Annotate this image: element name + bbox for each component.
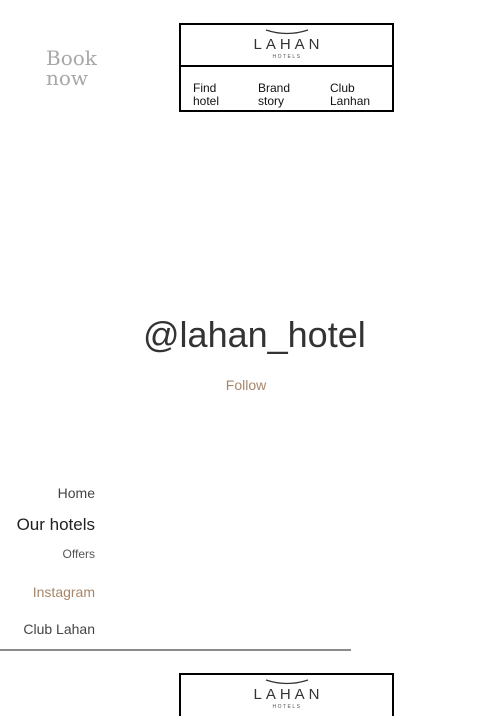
menu-item-home[interactable]: Home bbox=[58, 485, 95, 501]
nav-brand-story[interactable]: Brand story bbox=[258, 82, 303, 108]
site-header: LAHAN HOTELS Find hotel Brand story Club… bbox=[179, 23, 394, 112]
header-nav: Find hotel Brand story Club Lanhan bbox=[181, 67, 392, 112]
menu-divider bbox=[0, 649, 351, 651]
footer-logo-subtitle: HOTELS bbox=[272, 704, 302, 710]
menu-item-offers[interactable]: Offers bbox=[63, 547, 95, 561]
lahan-logo[interactable]: LAHAN HOTELS bbox=[181, 25, 392, 67]
book-now-button[interactable]: Book now bbox=[46, 48, 106, 88]
logo-subtitle: HOTELS bbox=[272, 54, 302, 60]
instagram-handle: @lahan_hotel bbox=[143, 314, 366, 355]
nav-find-hotel[interactable]: Find hotel bbox=[193, 82, 233, 108]
footer-logo-wordmark: LAHAN bbox=[253, 686, 324, 703]
menu-item-our-hotels[interactable]: Our hotels bbox=[17, 515, 95, 535]
footer: LAHAN HOTELS bbox=[179, 673, 394, 716]
menu-item-club-lahan[interactable]: Club Lahan bbox=[23, 621, 95, 637]
logo-arc-icon bbox=[265, 29, 308, 35]
follow-link[interactable]: Follow bbox=[216, 377, 276, 393]
nav-club-lanhan[interactable]: Club Lanhan bbox=[330, 82, 380, 108]
logo-arc-icon bbox=[265, 679, 308, 685]
footer-lahan-logo[interactable]: LAHAN HOTELS bbox=[181, 675, 392, 717]
logo-wordmark: LAHAN bbox=[253, 36, 324, 53]
menu-item-instagram[interactable]: Instagram bbox=[33, 584, 95, 600]
